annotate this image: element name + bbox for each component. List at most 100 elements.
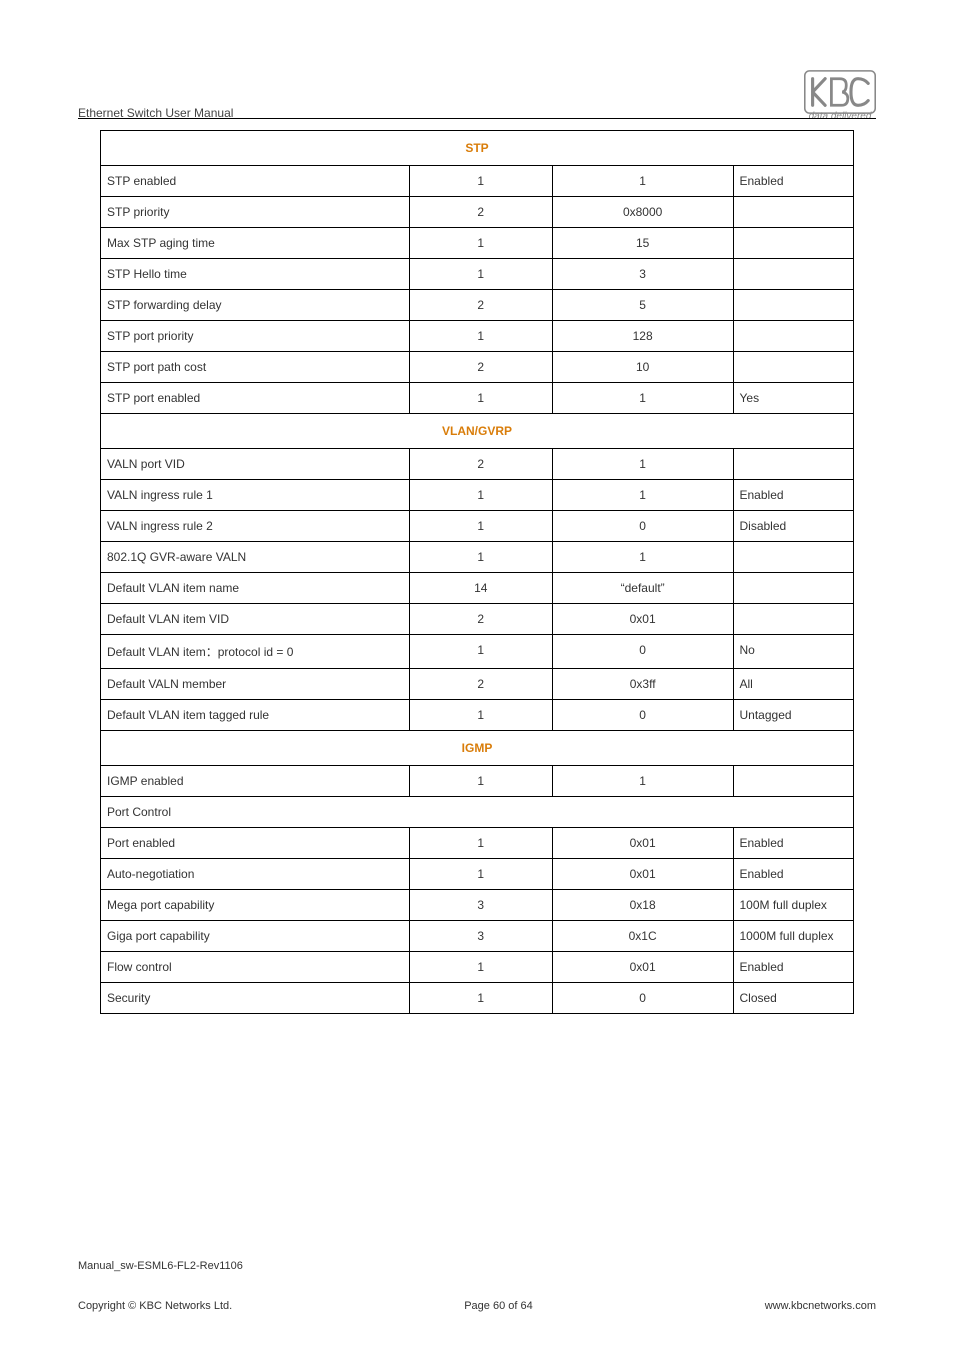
- param-col3: 0x01: [552, 828, 733, 859]
- table-row: STP priority20x8000: [101, 197, 854, 228]
- footer-docid: Manual_sw-ESML6-FL2-Rev1106: [78, 1260, 876, 1272]
- table-row: STP forwarding delay25: [101, 290, 854, 321]
- table-row: VALN ingress rule 210Disabled: [101, 511, 854, 542]
- param-col2: 1: [409, 859, 552, 890]
- param-label: STP enabled: [101, 166, 410, 197]
- section-heading-plain: Port Control: [101, 797, 854, 828]
- param-label: Flow control: [101, 952, 410, 983]
- param-col4: Untagged: [733, 700, 854, 731]
- config-table: STP STP enabled11Enabled STP priority20x…: [100, 130, 854, 1014]
- param-label: STP port priority: [101, 321, 410, 352]
- param-col2: 1: [409, 166, 552, 197]
- param-col4: [733, 352, 854, 383]
- param-col2: 1: [409, 983, 552, 1014]
- param-col3: 0x18: [552, 890, 733, 921]
- param-col2: 2: [409, 352, 552, 383]
- param-label: STP forwarding delay: [101, 290, 410, 321]
- param-col4: All: [733, 669, 854, 700]
- table-row: Default VALN member20x3ffAll: [101, 669, 854, 700]
- param-col2: 1: [409, 635, 552, 669]
- param-label: Default VLAN item：protocol id = 0: [101, 635, 410, 669]
- footer-page: Page 60 of 64: [464, 1300, 533, 1312]
- section-vlan: VLAN/GVRP: [101, 414, 854, 449]
- param-col4: [733, 449, 854, 480]
- table-row: Default VLAN item name14“default”: [101, 573, 854, 604]
- table-row: VALN ingress rule 111Enabled: [101, 480, 854, 511]
- table-row: STP port path cost210: [101, 352, 854, 383]
- param-col2: 2: [409, 449, 552, 480]
- param-col2: 1: [409, 700, 552, 731]
- param-col3: 1: [552, 766, 733, 797]
- table-row: Default VLAN item tagged rule10Untagged: [101, 700, 854, 731]
- param-col4: Enabled: [733, 166, 854, 197]
- param-col4: [733, 766, 854, 797]
- param-col3: 0: [552, 700, 733, 731]
- param-label: Auto-negotiation: [101, 859, 410, 890]
- param-col3: 10: [552, 352, 733, 383]
- param-label: STP port path cost: [101, 352, 410, 383]
- section-stp: STP: [101, 131, 854, 166]
- param-col3: 0x1C: [552, 921, 733, 952]
- param-col3: 0x01: [552, 604, 733, 635]
- param-col2: 3: [409, 921, 552, 952]
- section-port: Port Control: [101, 797, 854, 828]
- param-label: Mega port capability: [101, 890, 410, 921]
- param-label: Default VLAN item VID: [101, 604, 410, 635]
- param-label: VALN ingress rule 1: [101, 480, 410, 511]
- kbc-logo: [804, 70, 876, 114]
- param-col4: 100M full duplex: [733, 890, 854, 921]
- table-row: IGMP enabled11: [101, 766, 854, 797]
- param-col2: 1: [409, 828, 552, 859]
- param-col4: [733, 228, 854, 259]
- param-col2: 1: [409, 480, 552, 511]
- param-col3: 0: [552, 511, 733, 542]
- param-col3: 15: [552, 228, 733, 259]
- logo-block: data delivered: [804, 70, 876, 122]
- param-col4: Enabled: [733, 828, 854, 859]
- param-col2: 1: [409, 321, 552, 352]
- table-row: Default VLAN item：protocol id = 010No: [101, 635, 854, 669]
- param-col4: No: [733, 635, 854, 669]
- param-col3: 0: [552, 983, 733, 1014]
- param-col3: 0: [552, 635, 733, 669]
- param-col4: Yes: [733, 383, 854, 414]
- table-row: STP port enabled11Yes: [101, 383, 854, 414]
- doc-title: Ethernet Switch User Manual: [78, 106, 233, 122]
- param-col2: 1: [409, 766, 552, 797]
- param-col3: 1: [552, 542, 733, 573]
- param-col3: “default”: [552, 573, 733, 604]
- footer-copyright: Copyright © KBC Networks Ltd.: [78, 1300, 232, 1312]
- param-label: 802.1Q GVR-aware VALN: [101, 542, 410, 573]
- table-row: STP enabled11Enabled: [101, 166, 854, 197]
- param-col4: Enabled: [733, 952, 854, 983]
- table-row: STP port priority1128: [101, 321, 854, 352]
- table-row: Port enabled10x01Enabled: [101, 828, 854, 859]
- param-col4: 1000M full duplex: [733, 921, 854, 952]
- param-label: Default VALN member: [101, 669, 410, 700]
- section-heading: STP: [101, 131, 854, 166]
- param-col3: 1: [552, 449, 733, 480]
- table-row: Default VLAN item VID20x01: [101, 604, 854, 635]
- param-col4: [733, 542, 854, 573]
- param-col3: 128: [552, 321, 733, 352]
- param-col2: 1: [409, 228, 552, 259]
- table-row: 802.1Q GVR-aware VALN11: [101, 542, 854, 573]
- param-label: VALN port VID: [101, 449, 410, 480]
- param-label: Security: [101, 983, 410, 1014]
- section-heading: VLAN/GVRP: [101, 414, 854, 449]
- param-col4: Enabled: [733, 480, 854, 511]
- table-row: Max STP aging time115: [101, 228, 854, 259]
- param-col2: 1: [409, 542, 552, 573]
- footer-site: www.kbcnetworks.com: [765, 1300, 876, 1312]
- section-igmp: IGMP: [101, 731, 854, 766]
- param-col2: 1: [409, 383, 552, 414]
- param-col4: [733, 573, 854, 604]
- param-col4: [733, 290, 854, 321]
- param-label: STP port enabled: [101, 383, 410, 414]
- param-col2: 2: [409, 669, 552, 700]
- param-label: Giga port capability: [101, 921, 410, 952]
- param-col2: 1: [409, 511, 552, 542]
- table-row: VALN port VID21: [101, 449, 854, 480]
- param-label: Default VLAN item name: [101, 573, 410, 604]
- param-col2: 2: [409, 197, 552, 228]
